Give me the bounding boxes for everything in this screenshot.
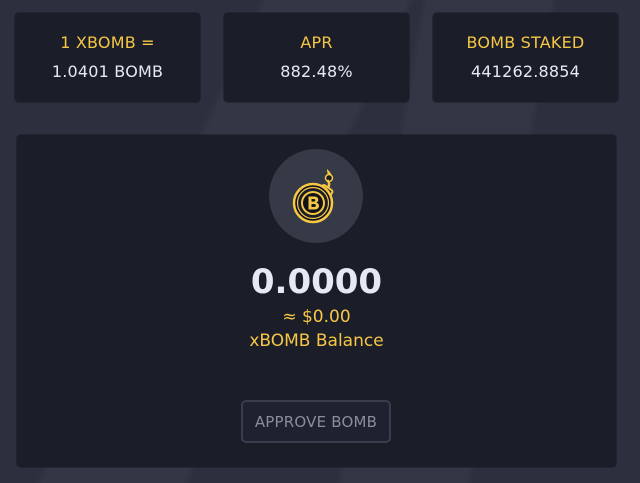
- exchange-rate-label: 1 XBOMB =: [60, 33, 155, 52]
- apr-label: APR: [300, 33, 333, 52]
- bomb-staked-label: BOMB STAKED: [466, 33, 585, 52]
- xbomb-balance-amount: 0.0000: [250, 262, 383, 302]
- apr-card: APR 882.48%: [224, 13, 409, 102]
- xbomb-balance-label: xBOMB Balance: [249, 331, 384, 351]
- approve-bomb-button[interactable]: APPROVE BOMB: [241, 400, 391, 443]
- exchange-rate-value: 1.0401 BOMB: [51, 62, 164, 81]
- bomb-staked-value: 441262.8854: [470, 62, 581, 81]
- xbomb-balance-usd: ≈ $0.00: [282, 307, 351, 327]
- bomb-token-icon: [292, 169, 334, 224]
- token-avatar: [269, 149, 363, 243]
- apr-value: 882.48%: [280, 62, 353, 81]
- xbomb-balance-card: 0.0000 ≈ $0.00 xBOMB Balance APPROVE BOM…: [17, 135, 616, 467]
- exchange-rate-card: 1 XBOMB = 1.0401 BOMB: [15, 13, 200, 102]
- bomb-staked-card: BOMB STAKED 441262.8854: [433, 13, 618, 102]
